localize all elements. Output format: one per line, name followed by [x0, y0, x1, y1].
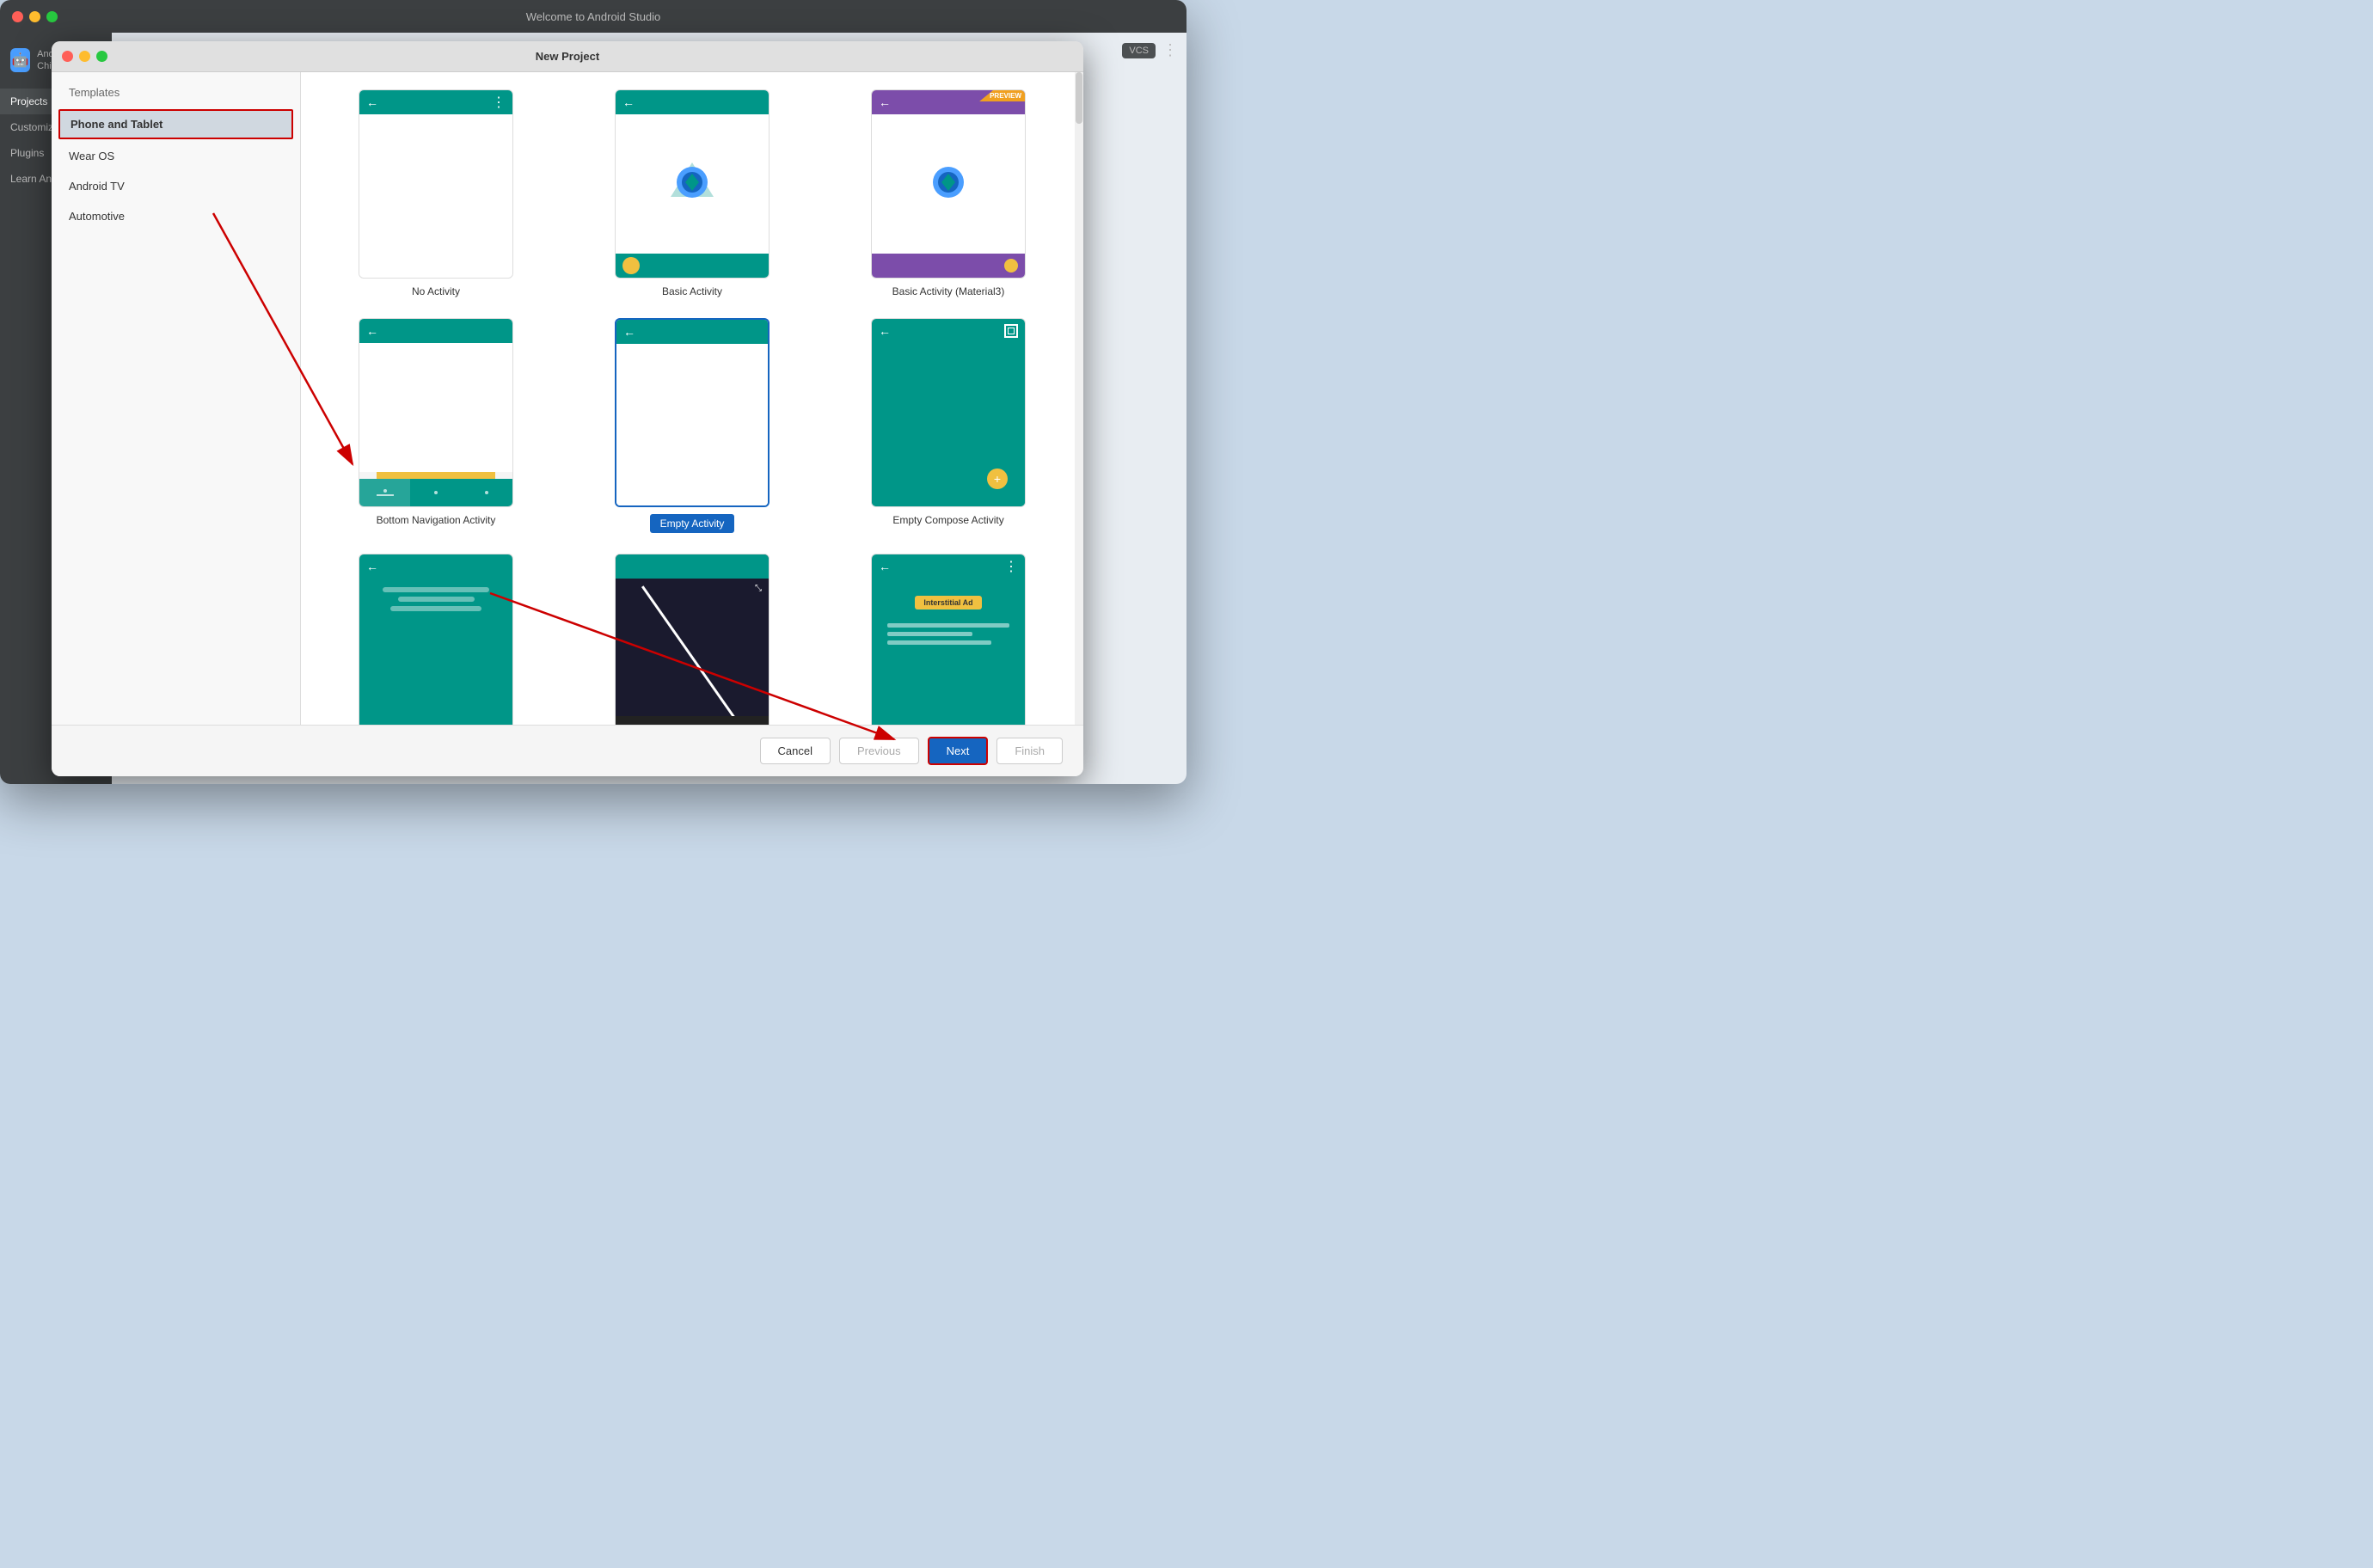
dialog-title: New Project: [536, 50, 599, 63]
scrollbar[interactable]: [1075, 72, 1083, 725]
new-project-dialog: New Project Templates Phone and Tablet W…: [52, 41, 1083, 776]
template-android-tv[interactable]: Android TV: [52, 171, 300, 201]
card-label-compose: Empty Compose Activity: [892, 514, 1003, 526]
card-label-basic: Basic Activity: [662, 285, 722, 297]
templates-panel: Templates Phone and Tablet Wear OS Andro…: [52, 72, 301, 725]
template-phone-tablet[interactable]: Phone and Tablet: [58, 109, 293, 139]
card-preview-empty: ←: [615, 318, 770, 507]
card-admob[interactable]: ← ⋮ Interstitial Ad: [831, 554, 1066, 725]
dialog-close-button[interactable]: [62, 51, 73, 62]
android-studio-icon: 🤖: [10, 48, 30, 72]
content-area: ← ⋮ No Activity ←: [301, 72, 1083, 725]
dialog-footer: Cancel Previous Next Finish: [52, 725, 1083, 776]
app-title: Welcome to Android Studio: [526, 10, 661, 23]
card-preview-bottom-nav: ←: [359, 318, 513, 507]
window: Welcome to Android Studio 🤖 Android Chip…: [0, 0, 1186, 784]
card-preview-no-activity: ← ⋮: [359, 89, 513, 279]
close-button[interactable]: [12, 11, 23, 22]
menu-button[interactable]: ⋮: [1162, 41, 1178, 59]
app-body: 🤖 Android Chipmunk Projects Customize Pl…: [0, 33, 1186, 784]
dialog-traffic-lights: [62, 51, 107, 62]
card-empty-compose[interactable]: ← + Empty Compose Activi: [831, 318, 1066, 533]
vcs-button[interactable]: VCS: [1122, 43, 1156, 58]
app-top-right: VCS ⋮: [1122, 41, 1178, 59]
card-preview-material3: ← PREVIEW: [871, 89, 1026, 279]
title-bar: Welcome to Android Studio: [0, 0, 1186, 33]
card-basic-material3[interactable]: ← PREVIEW: [831, 89, 1066, 297]
template-wear-os[interactable]: Wear OS: [52, 141, 300, 171]
templates-header: Templates: [52, 72, 300, 107]
dialog-min-button[interactable]: [79, 51, 90, 62]
card-label-material3: Basic Activity (Material3): [892, 285, 1005, 297]
card-preview-admob: ← ⋮ Interstitial Ad: [871, 554, 1026, 725]
template-automotive[interactable]: Automotive: [52, 201, 300, 231]
dialog-title-bar: New Project: [52, 41, 1083, 72]
card-bottom-nav[interactable]: ←: [318, 318, 554, 533]
traffic-lights: [12, 11, 58, 22]
previous-button[interactable]: Previous: [839, 738, 919, 764]
scrollbar-thumb: [1076, 72, 1082, 124]
card-compose-material[interactable]: ← Empty Compose Activity (Mater...: [318, 554, 554, 725]
dialog-body: Templates Phone and Tablet Wear OS Andro…: [52, 72, 1083, 725]
card-empty-activity[interactable]: ← Empty Activity: [574, 318, 810, 533]
dialog-max-button[interactable]: [96, 51, 107, 62]
cancel-button[interactable]: Cancel: [760, 738, 831, 764]
minimize-button[interactable]: [29, 11, 40, 22]
card-preview-compose: ← +: [871, 318, 1026, 507]
card-label-bottom-nav: Bottom Navigation Activity: [377, 514, 496, 526]
next-button[interactable]: Next: [928, 737, 989, 765]
card-preview-compose-material: ←: [359, 554, 513, 725]
finish-button[interactable]: Finish: [996, 738, 1063, 764]
card-basic-activity[interactable]: ←: [574, 89, 810, 297]
card-preview-basic: ←: [615, 89, 770, 279]
templates-grid: ← ⋮ No Activity ←: [318, 89, 1066, 725]
card-label-empty: Empty Activity: [650, 514, 735, 533]
card-preview-fullscreen: ⤡: [615, 554, 770, 725]
card-fullscreen[interactable]: ⤡ Fullscreen Activity: [574, 554, 810, 725]
card-label-no-activity: No Activity: [412, 285, 460, 297]
maximize-button[interactable]: [46, 11, 58, 22]
card-no-activity[interactable]: ← ⋮ No Activity: [318, 89, 554, 297]
